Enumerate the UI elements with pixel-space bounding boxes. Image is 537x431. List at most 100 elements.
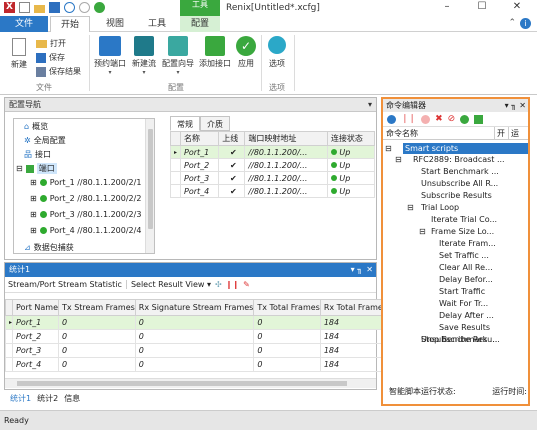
close-button[interactable]: ✕	[502, 1, 532, 15]
tab-stats-1[interactable]: 统计1	[10, 393, 31, 404]
cmd-node[interactable]: Unsubscribe All R...	[421, 178, 498, 189]
col-header-online[interactable]: 上线	[218, 131, 246, 146]
tab-media[interactable]: 介质	[200, 116, 230, 131]
col-header-run[interactable]: 运	[509, 127, 523, 139]
scroll-thumb[interactable]	[148, 129, 153, 229]
pin-icon[interactable]: ▾ ╖	[351, 263, 362, 277]
tab-file[interactable]: 文件	[0, 16, 48, 32]
select-result-view-dropdown[interactable]: Select Result View ▾	[131, 280, 211, 289]
new-stream-button[interactable]: 新建流 ▾	[130, 36, 158, 76]
cmd-node[interactable]: Subscribe Results	[421, 190, 492, 201]
tab-general[interactable]: 常规	[170, 116, 200, 131]
tree-item-port-3[interactable]: ⊞ Port_3 //80.1.1.200/2/3	[30, 210, 141, 219]
table-row[interactable]: Port_4 ✔ //80.1.1.200/... Up	[170, 184, 376, 198]
forward-icon[interactable]	[79, 2, 90, 13]
col-header-cmd-name[interactable]: 命令名称	[383, 127, 495, 139]
cmd-collapse-icon[interactable]: ⊟	[407, 202, 414, 213]
reserve-port-button[interactable]: 预约端口 ▾	[92, 36, 128, 76]
panel-menu-icon[interactable]: ▾	[368, 98, 372, 112]
col-header-rx-total[interactable]: Rx Total Frames	[319, 299, 388, 316]
col-header-enable[interactable]: 开	[495, 127, 509, 139]
tab-start[interactable]: 开始	[50, 16, 90, 33]
online-checkbox[interactable]: ✔	[218, 158, 246, 172]
table-row[interactable]: Port_30001840	[4, 343, 402, 358]
tree-item-port-4[interactable]: ⊞ Port_4 //80.1.1.200/2/4	[30, 226, 141, 235]
refresh-icon[interactable]	[460, 114, 470, 124]
tree-item-capture[interactable]: ⊿ 数据包捕获	[24, 242, 74, 253]
back-icon[interactable]	[64, 2, 75, 13]
table-row[interactable]: ▸ Port_10001840	[4, 315, 402, 330]
cmd-node[interactable]: RFC2889: Broadcast ...	[413, 154, 505, 165]
collapse-ribbon-icon[interactable]: ⌃	[508, 18, 516, 29]
open-button[interactable]: 打开	[36, 38, 66, 49]
cmd-node[interactable]: Stop Benchmark ...	[421, 334, 497, 345]
pause-icon[interactable]: ❙❙	[226, 280, 239, 289]
add-interface-button[interactable]: 添加接口	[198, 36, 232, 69]
tab-stats-2[interactable]: 统计2	[37, 393, 58, 404]
stats-hscrollbar[interactable]	[5, 378, 376, 388]
pause-icon[interactable]: ❙❙	[401, 114, 416, 124]
minimize-button[interactable]: –	[432, 1, 462, 15]
online-checkbox[interactable]: ✔	[218, 145, 246, 159]
config-wizard-button[interactable]: 配置向导 ▾	[160, 36, 196, 76]
table-row[interactable]: ▸ Port_1 ✔ //80.1.1.200/... Up	[170, 145, 376, 159]
nav-tree-scrollbar[interactable]	[145, 119, 154, 253]
tree-item-port-1[interactable]: ⊞ Port_1 //80.1.1.200/2/1	[30, 178, 141, 187]
new-file-icon[interactable]	[19, 2, 30, 13]
expand-icon[interactable]: ⊞	[30, 194, 37, 203]
cmd-node[interactable]: Iterate Fram...	[439, 238, 496, 249]
tab-view[interactable]: 视图	[98, 16, 132, 32]
cmd-node[interactable]: Delay After ...	[439, 310, 494, 321]
options-button[interactable]: 选项	[265, 36, 289, 69]
tab-info[interactable]: 信息	[64, 393, 80, 404]
cmd-node[interactable]: Frame Size Lo...	[431, 226, 494, 237]
stop-icon[interactable]	[421, 114, 431, 124]
refresh-icon[interactable]: ✣	[215, 280, 222, 289]
col-header-rx-sig[interactable]: Rx Signature Stream Frames	[134, 299, 255, 316]
expand-icon[interactable]: ⊞	[30, 178, 37, 187]
cmd-collapse-icon[interactable]: ⊟	[395, 154, 402, 165]
delete-icon[interactable]: ✖	[435, 114, 443, 124]
tree-item-ports[interactable]: ⊟ 端口	[16, 163, 57, 174]
tree-item-overview[interactable]: ⌂ 概览	[24, 121, 48, 132]
save-icon[interactable]	[49, 2, 60, 13]
cmd-node[interactable]: Start Traffic	[439, 286, 485, 297]
disable-icon[interactable]: ⊘	[448, 114, 456, 124]
new-button[interactable]: 新建	[6, 38, 32, 70]
col-header-addr[interactable]: 端口映射地址	[244, 131, 328, 146]
apply-button[interactable]: ✓ 应用	[234, 36, 258, 69]
cmd-node[interactable]: Delay Befor...	[439, 274, 493, 285]
expand-icon[interactable]: ⊞	[30, 226, 37, 235]
check-circle-icon[interactable]	[94, 2, 105, 13]
col-header-status[interactable]: 连接状态	[326, 131, 376, 146]
tree-item-global-config[interactable]: ✲ 全局配置	[24, 135, 66, 146]
close-icon[interactable]: ✕	[366, 263, 373, 277]
cmd-node[interactable]: Start Benchmark ...	[421, 166, 499, 177]
open-folder-icon[interactable]	[34, 4, 45, 13]
table-row[interactable]: Port_20001840	[4, 329, 402, 344]
close-icon[interactable]: ✕	[519, 99, 526, 112]
info-icon[interactable]: i	[520, 18, 531, 29]
cmd-node[interactable]: Clear All Re...	[439, 262, 493, 273]
online-checkbox[interactable]: ✔	[218, 184, 246, 198]
col-header-port-name[interactable]: Port Name	[12, 299, 60, 316]
expand-icon[interactable]: ⊞	[30, 210, 37, 219]
pin-icon[interactable]: ▾ ╖	[505, 99, 516, 112]
table-row[interactable]: Port_2 ✔ //80.1.1.200/... Up	[170, 158, 376, 172]
table-row[interactable]: Port_3 ✔ //80.1.1.200/... Up	[170, 171, 376, 185]
cmd-node[interactable]: Trial Loop	[421, 202, 459, 213]
cmd-node[interactable]: Wait For Tr...	[439, 298, 488, 309]
cmd-collapse-icon[interactable]: ⊟	[419, 226, 426, 237]
run-icon[interactable]	[387, 114, 396, 124]
tab-tools[interactable]: 工具	[140, 16, 174, 32]
col-header-tx-total[interactable]: Tx Total Frames	[253, 299, 321, 316]
table-row[interactable]: Port_40001840	[4, 357, 402, 372]
save-result-button[interactable]: 保存结果	[36, 66, 81, 77]
cmd-node-smart-scripts[interactable]: Smart scripts	[403, 143, 528, 154]
cmd-node[interactable]: Save Results	[439, 322, 490, 333]
export-icon[interactable]	[474, 114, 484, 124]
maximize-button[interactable]: ☐	[467, 1, 497, 15]
online-checkbox[interactable]: ✔	[218, 171, 246, 185]
cmd-node[interactable]: Set Traffic ...	[439, 250, 489, 261]
cmd-collapse-icon[interactable]: ⊟	[385, 143, 392, 154]
